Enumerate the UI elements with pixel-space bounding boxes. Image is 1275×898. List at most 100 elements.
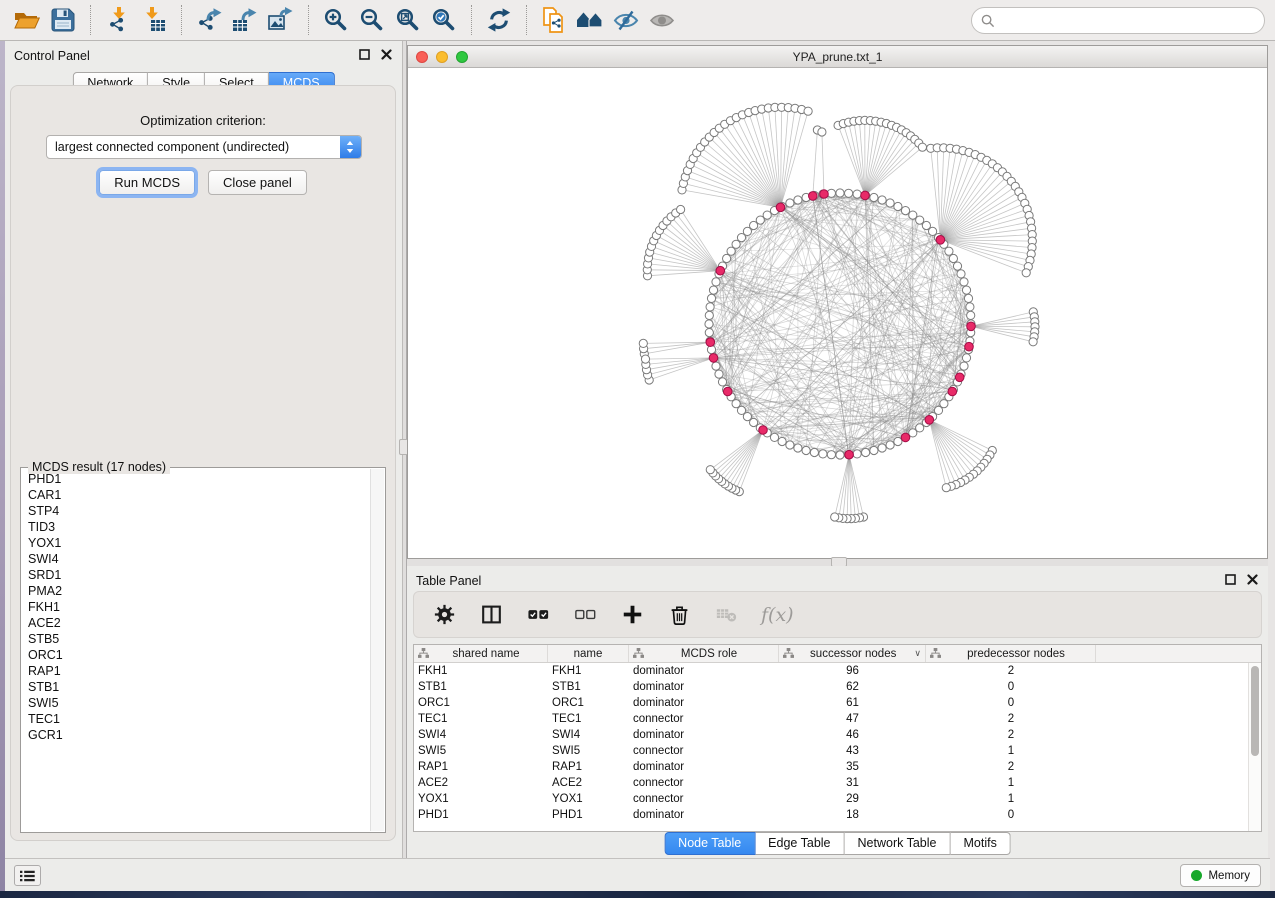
table-row[interactable]: ORC1ORC1dominator610 (414, 695, 1261, 711)
horizontal-splitter[interactable] (407, 559, 1268, 566)
mcds-result-item[interactable]: ORC1 (22, 647, 370, 663)
deselect-all-button[interactable] (573, 603, 597, 627)
table-cell: 0 (926, 807, 1096, 823)
search-box[interactable] (971, 7, 1265, 34)
export-network-button[interactable] (191, 3, 227, 37)
table-cell: TEC1 (414, 711, 548, 727)
mcds-result-item[interactable]: SWI5 (22, 695, 370, 711)
table-scrollbar[interactable] (1248, 663, 1261, 831)
network-window-titlebar[interactable]: YPA_prune.txt_1 (408, 46, 1267, 68)
table-row[interactable]: YOX1YOX1connector291 (414, 791, 1261, 807)
table-row[interactable]: PHD1PHD1dominator180 (414, 807, 1261, 823)
column-header-predecessor-nodes[interactable]: predecessor nodes (926, 645, 1096, 662)
mcds-result-item[interactable]: YOX1 (22, 535, 370, 551)
first-neighbors-button[interactable] (572, 3, 608, 37)
save-button[interactable] (45, 3, 81, 37)
copy-network-button[interactable] (536, 3, 572, 37)
table-cell: 1 (926, 791, 1096, 807)
column-header-MCDS-role[interactable]: MCDS role (629, 645, 779, 662)
column-header-successor-nodes[interactable]: successor nodes∨ (779, 645, 926, 662)
mcds-result-item[interactable]: FKH1 (22, 599, 370, 615)
table-cell: connector (629, 775, 779, 791)
show-all-button[interactable] (644, 3, 680, 37)
import-table-button[interactable] (136, 3, 172, 37)
tab-network-table[interactable]: Network Table (845, 832, 951, 855)
zoom-out-button[interactable] (354, 3, 390, 37)
hide-selected-button[interactable] (608, 3, 644, 37)
table-header-row: shared namenameMCDS rolesuccessor nodes∨… (414, 645, 1261, 663)
mcds-result-item[interactable]: TID3 (22, 519, 370, 535)
close-panel-icon[interactable] (380, 48, 393, 61)
table-row[interactable]: ACE2ACE2connector311 (414, 775, 1261, 791)
close-table-panel-icon[interactable] (1246, 573, 1259, 586)
tab-node-table[interactable]: Node Table (664, 832, 755, 855)
mcds-result-item[interactable]: SWI4 (22, 551, 370, 567)
mcds-result-item[interactable]: PMA2 (22, 583, 370, 599)
network-canvas[interactable] (408, 68, 1267, 558)
memory-label: Memory (1208, 870, 1250, 882)
table-cell: RAP1 (548, 759, 629, 775)
table-row[interactable]: RAP1RAP1dominator352 (414, 759, 1261, 775)
mcds-result-item[interactable]: ACE2 (22, 615, 370, 631)
memory-button[interactable]: Memory (1180, 864, 1261, 887)
table-cell: connector (629, 791, 779, 807)
table-row[interactable]: STB1STB1dominator620 (414, 679, 1261, 695)
mcds-result-item[interactable]: PHD1 (22, 471, 370, 487)
refresh-button[interactable] (481, 3, 517, 37)
delete-button[interactable] (667, 603, 691, 627)
table-cell: dominator (629, 679, 779, 695)
table-toolbar: f(x) (413, 591, 1262, 638)
select-all-button[interactable] (526, 603, 550, 627)
search-input[interactable] (1001, 13, 1255, 29)
sort-indicator-icon: ∨ (914, 648, 921, 659)
table-row[interactable]: FKH1FKH1dominator962 (414, 663, 1261, 679)
table-cell: 29 (779, 791, 926, 807)
mcds-result-item[interactable]: TEC1 (22, 711, 370, 727)
mcds-result-item[interactable]: SRD1 (22, 567, 370, 583)
column-header-shared-name[interactable]: shared name (414, 645, 548, 662)
open-folder-button[interactable] (9, 3, 45, 37)
table-cell: dominator (629, 663, 779, 679)
table-cell: TEC1 (548, 711, 629, 727)
mcds-list-scrollbar[interactable] (370, 469, 384, 831)
mcds-result-list[interactable]: PHD1CAR1STP4TID3YOX1SWI4SRD1PMA2FKH1ACE2… (22, 471, 370, 831)
tab-motifs[interactable]: Motifs (950, 832, 1010, 855)
columns-button[interactable] (479, 603, 503, 627)
table-row[interactable]: TEC1TEC1connector472 (414, 711, 1261, 727)
table-row[interactable]: SWI4SWI4dominator462 (414, 727, 1261, 743)
table-scrollbar-thumb[interactable] (1251, 666, 1259, 756)
mcds-result-item[interactable]: GCR1 (22, 727, 370, 743)
network-graph[interactable] (408, 68, 1267, 558)
mcds-result-item[interactable]: CAR1 (22, 487, 370, 503)
mcds-result-item[interactable]: STB5 (22, 631, 370, 647)
mcds-result-item[interactable]: RAP1 (22, 663, 370, 679)
mcds-result-item[interactable]: STP4 (22, 503, 370, 519)
status-bar: Memory (5, 858, 1270, 891)
add-button[interactable] (620, 603, 644, 627)
table-panel-title: Table Panel (416, 574, 481, 588)
float-table-panel-icon[interactable] (1224, 573, 1237, 586)
tab-edge-table[interactable]: Edge Table (755, 832, 844, 855)
table-cell: dominator (629, 807, 779, 823)
export-table-button[interactable] (227, 3, 263, 37)
table-cell: PHD1 (414, 807, 548, 823)
zoom-selected-button[interactable] (426, 3, 462, 37)
criterion-dropdown[interactable]: largest connected component (undirected) (46, 135, 362, 159)
table-cell: FKH1 (414, 663, 548, 679)
run-mcds-button[interactable]: Run MCDS (99, 170, 195, 195)
import-network-button[interactable] (100, 3, 136, 37)
mcds-result-groupbox: MCDS result (17 nodes) PHD1CAR1STP4TID3Y… (20, 467, 386, 833)
gear-button[interactable] (432, 603, 456, 627)
zoom-fit-button[interactable] (390, 3, 426, 37)
zoom-in-button[interactable] (318, 3, 354, 37)
table-row[interactable]: SWI5SWI5connector431 (414, 743, 1261, 759)
close-panel-button[interactable]: Close panel (208, 170, 307, 195)
network-title: YPA_prune.txt_1 (408, 50, 1267, 64)
export-image-button[interactable] (263, 3, 299, 37)
desktop-wallpaper-bottom (0, 891, 1275, 898)
column-header-name[interactable]: name (548, 645, 629, 662)
float-panel-icon[interactable] (358, 48, 371, 61)
mcds-result-item[interactable]: STB1 (22, 679, 370, 695)
optimization-criterion-label: Optimization criterion: (11, 113, 395, 128)
task-history-button[interactable] (14, 865, 41, 886)
